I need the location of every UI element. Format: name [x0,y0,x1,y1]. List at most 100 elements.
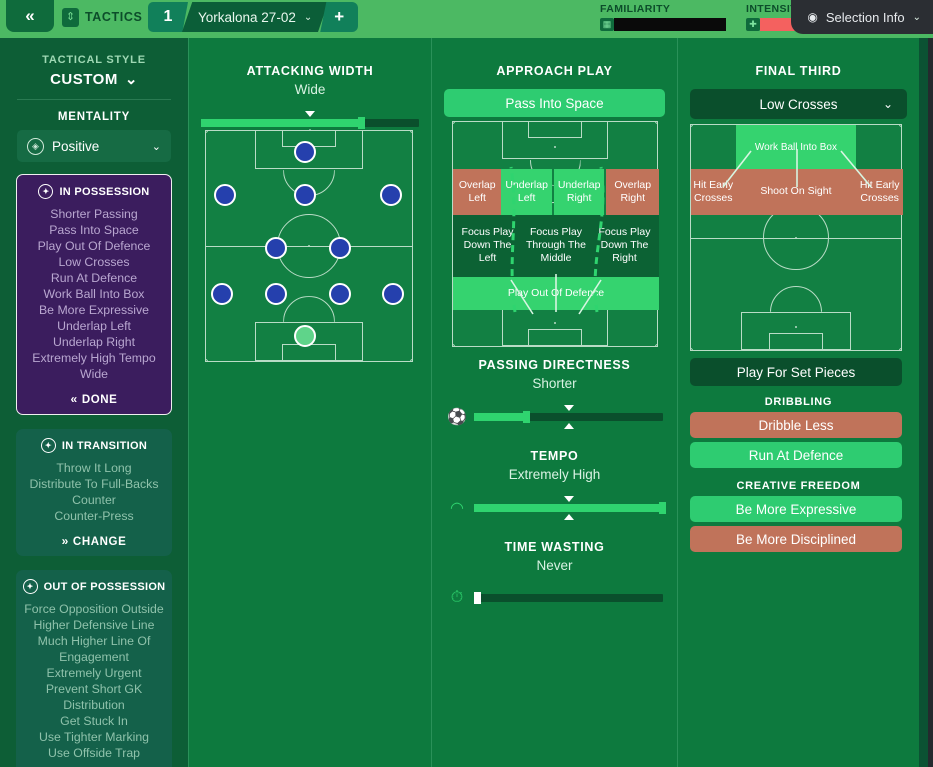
defence-icon: ✦ [22,579,38,594]
player-striker[interactable] [293,140,316,163]
panel-header: ✦ OUT OF POSSESSION [22,579,166,594]
option-be-more-disciplined[interactable]: Be More Disciplined [690,526,902,552]
instruction-item: Throw It Long [56,461,132,475]
pitch-corner-tr [899,124,902,127]
player-attacking-mid-centre[interactable] [293,184,316,207]
panel-action-button[interactable]: «DONE [23,392,165,406]
approach-play-main-option[interactable]: Pass Into Space [444,89,665,117]
instruction-item: Wide [79,367,109,381]
instruction-item: Use Tighter Marking [38,730,150,744]
pitch-six-yard-box-bottom [768,333,824,350]
scrollbar-track[interactable] [928,38,933,767]
instruction-list: Throw It Long Distribute To Full-Backs Cou… [22,460,166,524]
tactic-tab-number[interactable]: 1 [148,2,188,32]
shield-icon: ◈ [27,137,44,155]
zone-focus-play-right[interactable]: Focus Play Down The Right [589,214,659,277]
zone-overlap-right[interactable]: Overlap Right [606,169,659,215]
slider-track[interactable] [474,405,663,429]
zone-hit-early-crosses-right[interactable]: Hit Early Crosses [856,169,903,215]
player-defender-centre-right[interactable] [328,283,351,306]
final-third-title: FINAL THIRD [755,64,842,78]
mentality-dropdown[interactable]: ◈ Positive ⌄ [17,130,171,162]
transition-icon: ✦ [40,438,56,453]
zone-underlap-left[interactable]: Underlap Left [501,169,552,215]
zone-work-ball-into-box[interactable]: Work Ball Into Box [735,125,857,170]
pitch-corner-tl [452,121,455,124]
play-for-set-pieces-button[interactable]: Play For Set Pieces [690,358,902,386]
slider-row[interactable]: ⏱ [440,589,669,607]
option-run-at-defence[interactable]: Run At Defence [690,442,902,468]
final-third-main-option[interactable]: Low Crosses ⌄ [690,89,907,119]
player-centre-mid-left[interactable] [265,237,288,260]
slider-handle[interactable] [659,502,666,514]
slider-handle[interactable] [522,411,530,423]
zone-focus-play-left[interactable]: Focus Play Down The Left [453,214,522,277]
player-defender-right[interactable] [382,283,405,306]
zone-label: Work Ball Into Box [754,141,837,153]
pitch-centre-spot [308,245,310,247]
slider-track[interactable] [474,496,666,520]
attacking-width-fill [201,119,363,127]
option-dribble-less[interactable]: Dribble Less [690,412,902,438]
dribbling-label: DRIBBLING [764,396,833,408]
column-approach-play: APPROACH PLAY Pass Into Space Overlap Lef… [432,38,677,767]
player-defender-left[interactable] [211,283,234,306]
stopwatch-icon: ⏱ [450,589,464,606]
pitch-six-yard-box-top [528,121,582,138]
instruction-item: Underlap Right [52,335,136,349]
player-defender-centre-left[interactable] [265,283,288,306]
slider-row[interactable]: ⚽ [440,405,669,429]
pitch-corner-tr [655,121,658,124]
slider-handle[interactable] [474,592,481,604]
panel-action-button[interactable]: » CHANGE [22,534,166,548]
player-centre-mid-right[interactable] [328,237,351,260]
attacking-width-slider[interactable] [201,111,419,135]
instruction-item: Underlap Left [57,319,131,333]
slider-value: Shorter [532,376,577,391]
tactical-style-dropdown[interactable]: CUSTOM ⌄ [0,70,188,89]
approach-play-pitch[interactable]: Overlap Left Underlap Left Underlap Right Over… [452,121,659,347]
player-attacking-mid-left[interactable] [213,184,236,207]
back-button[interactable]: « [6,0,54,32]
player-goalkeeper[interactable] [293,324,316,347]
instruction-item: Shorter Passing [50,207,138,221]
zone-play-out-of-defence[interactable]: Play Out Of Defence [453,276,659,310]
familiarity-meter: FAMILIARITY ▦ [600,3,726,31]
top-bar: « ⇕ TACTICS 1 Yorkalona 27-02 ⌄ + FAMILI… [0,0,933,38]
chevron-icon: » [61,534,69,548]
final-third-pitch[interactable]: Work Ball Into Box Hit Early Crosses Shoot … [690,124,903,351]
zone-hit-early-crosses-left[interactable]: Hit Early Crosses [691,169,736,215]
zone-label: Overlap Left [458,179,496,205]
slider-row[interactable]: ◠ [440,496,669,520]
attacking-width-title: ATTACKING WIDTH [246,64,374,78]
formation-pitch[interactable] [205,130,413,362]
slider-value: Never [536,558,573,573]
possession-icon: ✦ [38,184,54,199]
zone-label: Focus Play Down The Left [461,226,514,265]
tactics-breadcrumb: ⇕ TACTICS [62,4,142,30]
zone-underlap-right[interactable]: Underlap Right [553,169,605,215]
zone-label: Hit Early Crosses [859,178,900,204]
zone-shoot-on-sight[interactable]: Shoot On Sight [735,169,857,215]
eye-icon: ◉ [807,10,818,24]
player-attacking-mid-right[interactable] [380,184,403,207]
approach-play-title: APPROACH PLAY [496,64,613,78]
panel-possession-icon: ✦ IN POSSESSION Shorter Passing Pass Into S… [16,174,172,415]
zone-focus-play-middle[interactable]: Focus Play Through The Middle [522,214,590,277]
slider-track[interactable] [474,592,663,604]
add-tactic-button[interactable]: + [320,2,359,32]
tactic-tab-yorkalona[interactable]: Yorkalona 27-02 ⌄ [182,2,329,32]
pitch-six-yard-box-bottom [282,343,336,361]
selection-info-button[interactable]: ◉ Selection Info ⌄ [791,0,933,34]
final-third-main-label: Low Crosses [759,96,838,112]
attacking-width-track[interactable] [201,111,419,135]
instruction-list: Force Opposition Outside Higher Defensive… [22,601,166,761]
instruction-item: Much Higher Line Of [37,634,151,648]
option-be-more-expressive[interactable]: Be More Expressive [690,496,902,522]
slider-marker-top [563,496,574,502]
zone-overlap-left[interactable]: Overlap Left [453,169,502,215]
slider-fill [474,504,663,512]
gauge-icon: ◠ [450,500,464,517]
attacking-width-handle[interactable] [358,117,366,129]
zone-label: Underlap Left [505,179,548,205]
